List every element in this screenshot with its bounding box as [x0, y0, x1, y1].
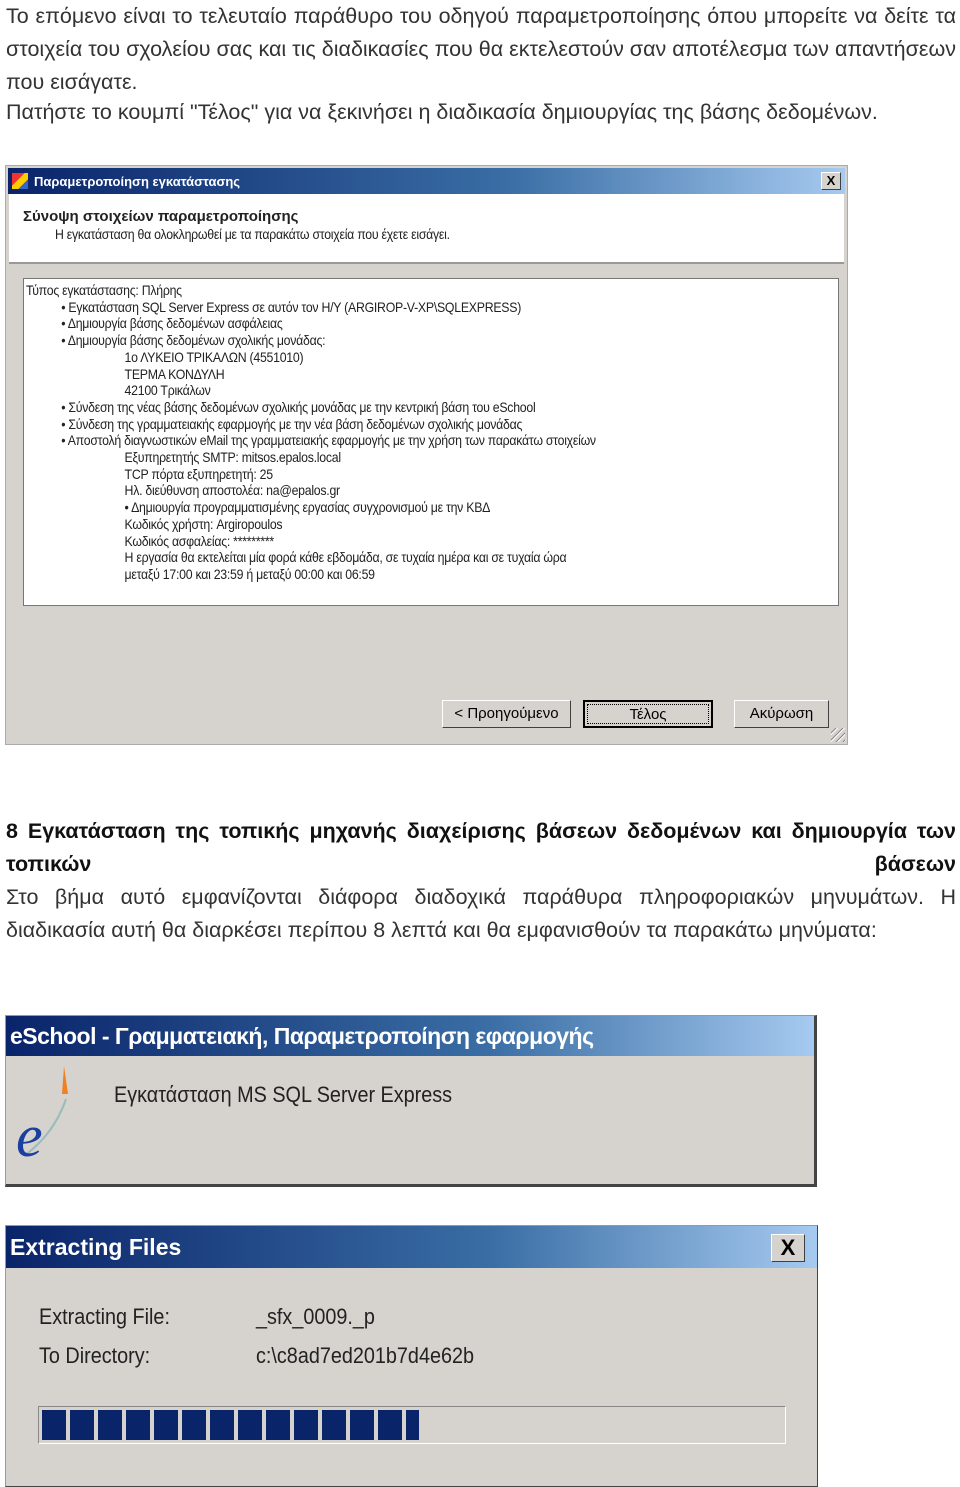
app-icon [12, 173, 28, 189]
intro-paragraph-1: Το επόμενο είναι το τελευταίο παράθυρο τ… [6, 4, 956, 94]
splash-message: Εγκατάσταση MS SQL Server Express [114, 1082, 453, 1107]
extract-titlebar: Extracting Files [6, 1226, 817, 1268]
splash-window: eSchool - Γραμματειακή, Παραμετροποίηση … [5, 1015, 817, 1187]
wizard-title: Παραμετροποίηση εγκατάστασης [34, 173, 241, 189]
summary-listbox[interactable]: Τύπος εγκατάστασης: Πλήρης • Εγκατάσταση … [23, 278, 839, 606]
progress-fill [42, 1410, 420, 1440]
directory-value: c:\c8ad7ed201b7d4e62b [256, 1343, 475, 1368]
section-body: Στο βήμα αυτό εμφανίζονται διάφορα διαδο… [6, 885, 956, 942]
eschool-e-logo-icon: e [16, 1066, 68, 1164]
summary-line: • Δημιουργία βάσης δεδομένων ασφάλειας [61, 315, 283, 332]
cancel-button[interactable]: Ακύρωση [734, 700, 829, 728]
wizard-window: Παραμετροποίηση εγκατάστασης X Σύνοψη στ… [5, 165, 848, 745]
summary-line: 1ο ΛΥΚΕΙΟ ΤΡΙΚΑΛΩΝ (4551010) [124, 348, 304, 365]
close-button[interactable]: X [821, 172, 841, 190]
summary-line: Εξυπηρετητής SMTP: mitsos.epalos.local [124, 449, 342, 466]
summary-line: • Δημιουργία προγραμματισμένης εργασίας … [124, 499, 491, 516]
summary-line: • Σύνδεση της γραμματειακής εφαρμογής με… [61, 415, 523, 432]
svg-text:e: e [16, 1103, 43, 1164]
summary-line: • Σύνδεση της νέας βάσης δεδομένων σχολι… [61, 398, 536, 415]
splash-title: eSchool - Γραμματειακή, Παραμετροποίηση … [10, 1022, 594, 1049]
summary-line: Η εργασία θα εκτελείται μία φορά κάθε εβ… [124, 549, 567, 566]
wizard-header: Σύνοψη στοιχείων παραμετροποίησης Η εγκα… [9, 194, 844, 264]
wizard-subheading: Η εγκατάσταση θα ολοκληρωθεί με τα παρακ… [55, 226, 450, 242]
summary-line: • Δημιουργία βάσης δεδομένων σχολικής μο… [61, 332, 326, 349]
extract-title: Extracting Files [10, 1233, 182, 1260]
back-button[interactable]: < Προηγούμενο [442, 700, 571, 728]
wizard-titlebar: Παραμετροποίηση εγκατάστασης [8, 168, 845, 194]
close-button[interactable]: X [771, 1234, 805, 1262]
resize-grip[interactable] [831, 728, 845, 742]
summary-line: Τύπος εγκατάστασης: Πλήρης [26, 282, 182, 298]
summary-line: Κωδικός χρήστη: Argiropoulos [124, 515, 283, 532]
intro-paragraph-2: Πατήστε το κουμπί "Τέλος" για να ξεκινήσ… [6, 100, 878, 124]
summary-line: TCP πόρτα εξυπηρετητή: 25 [124, 465, 274, 482]
summary-line: • Αποστολή διαγνωστικών eMail της γραμμα… [61, 432, 596, 449]
summary-line: Ηλ. διεύθυνση αποστολέα: na@epalos.gr [124, 482, 341, 499]
summary-line: ΤΕΡΜΑ ΚΟΝΔΥΛΗ [124, 365, 225, 382]
wizard-heading: Σύνοψη στοιχείων παραμετροποίησης [23, 208, 299, 225]
extracting-file-value: _sfx_0009._p [256, 1304, 375, 1329]
summary-line: Κωδικός ασφαλείας: ********* [124, 532, 275, 549]
progress-bar [38, 1406, 786, 1444]
directory-label: To Directory: [39, 1343, 151, 1368]
section-heading: 8 Εγκατάσταση της τοπικής μηχανής διαχεί… [6, 819, 956, 876]
summary-line: 42100 Τρικάλων [124, 382, 211, 399]
extract-window: Extracting Files X Extracting File: _sfx… [5, 1225, 818, 1487]
summary-line: μεταξύ 17:00 και 23:59 ή μεταξύ 00:00 κα… [124, 565, 375, 582]
extracting-file-label: Extracting File: [39, 1304, 170, 1329]
splash-titlebar: eSchool - Γραμματειακή, Παραμετροποίηση … [6, 1016, 814, 1056]
wizard-spacer [6, 616, 847, 696]
summary-line: • Εγκατάσταση SQL Server Express σε αυτό… [61, 298, 522, 315]
finish-button[interactable]: Τέλος [583, 700, 713, 728]
